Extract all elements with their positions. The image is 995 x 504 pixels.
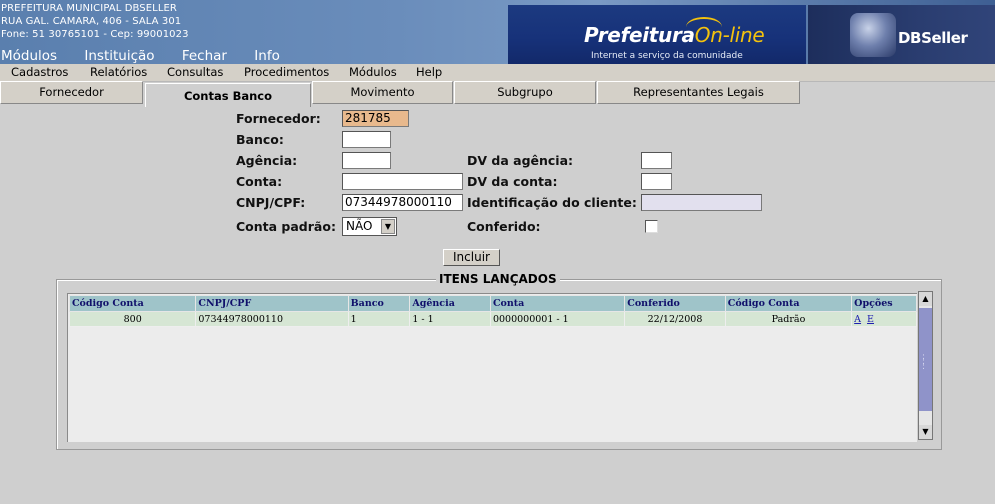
cell-cnpj-cpf: 07344978000110	[195, 311, 349, 327]
cell-banco: 1	[347, 311, 411, 327]
dv-agencia-field[interactable]	[641, 152, 672, 169]
logo-title: PrefeituraOn-line	[584, 23, 765, 47]
cell-codigo-conta: 800	[68, 311, 197, 327]
top-menu-modulos[interactable]: Módulos	[1, 48, 57, 64]
tab-subgrupo[interactable]: Subgrupo	[454, 81, 596, 104]
itens-lancados-legend: ITENS LANÇADOS	[436, 272, 560, 286]
col-banco: Banco	[347, 295, 411, 312]
cell-opcoes: AE	[851, 311, 917, 327]
institution-address: RUA GAL. CAMARA, 406 - SALA 301	[1, 16, 182, 27]
col-codigo-conta-tipo: Código Conta	[724, 295, 853, 312]
menu-cadastros[interactable]: Cadastros	[11, 65, 68, 79]
menu-relatorios[interactable]: Relatórios	[90, 65, 147, 79]
conferido-checkbox[interactable]	[645, 220, 658, 233]
conta-label: Conta:	[236, 174, 283, 189]
col-codigo-conta: Código Conta	[68, 295, 197, 312]
dbseller-logo-text: DBSeller	[898, 29, 968, 47]
cnpj-cpf-field[interactable]: 07344978000110	[342, 194, 463, 211]
col-agencia: Agência	[409, 295, 491, 312]
table-row[interactable]: 800 07344978000110 1 1 - 1 0000000001 - …	[68, 311, 917, 327]
col-conferido: Conferido	[624, 295, 726, 312]
conta-padrao-label: Conta padrão:	[236, 219, 336, 234]
cell-codigo-conta-tipo: Padrão	[724, 311, 853, 327]
col-opcoes: Opções	[851, 295, 917, 312]
dv-agencia-label: DV da agência:	[467, 153, 574, 168]
scroll-down-icon[interactable]: ▼	[919, 425, 932, 439]
logo-swoosh	[686, 17, 722, 37]
itens-grid-container: Código Conta CNPJ/CPF Banco Agência Cont…	[67, 293, 917, 442]
alterar-link[interactable]: A	[854, 314, 861, 325]
col-cnpj-cpf: CNPJ/CPF	[195, 295, 349, 312]
col-conta: Conta	[489, 295, 626, 312]
id-cliente-field[interactable]	[641, 194, 762, 211]
tab-contas-banco[interactable]: Contas Banco	[145, 83, 311, 107]
conta-padrao-selected-value: NÃO	[346, 219, 373, 233]
top-menu-info[interactable]: Info	[254, 48, 280, 64]
logo-title-main: Prefeitura	[584, 23, 695, 47]
banco-field[interactable]	[342, 131, 391, 148]
excluir-link[interactable]: E	[867, 314, 874, 325]
institution-name: PREFEITURA MUNICIPAL DBSELLER	[1, 3, 177, 14]
cell-conta: 0000000001 - 1	[489, 311, 626, 327]
grid-vertical-scrollbar[interactable]: ▲ ::: ▼	[918, 291, 933, 440]
menu-procedimentos[interactable]: Procedimentos	[244, 65, 329, 79]
tab-movimento[interactable]: Movimento	[312, 81, 453, 104]
cell-conferido: 22/12/2008	[624, 311, 726, 327]
agencia-field[interactable]	[342, 152, 391, 169]
scrollbar-thumb[interactable]: :::	[919, 308, 932, 411]
dbseller-logo: DBSeller	[808, 5, 995, 64]
app-header: PREFEITURA MUNICIPAL DBSELLER RUA GAL. C…	[0, 0, 995, 64]
menu-bar: Cadastros Relatórios Consultas Procedime…	[0, 64, 995, 82]
prefeitura-online-logo: PrefeituraOn-line Internet a serviço da …	[508, 5, 806, 64]
tab-fornecedor[interactable]: Fornecedor	[0, 81, 143, 104]
conferido-label: Conferido:	[467, 219, 541, 234]
menu-consultas[interactable]: Consultas	[167, 65, 223, 79]
menu-help[interactable]: Help	[416, 65, 442, 79]
tab-bar: Fornecedor Contas Banco Movimento Subgru…	[0, 81, 995, 107]
dv-conta-label: DV da conta:	[467, 174, 558, 189]
agencia-label: Agência:	[236, 153, 298, 168]
menu-modulos[interactable]: Módulos	[349, 65, 397, 79]
logo-tagline: Internet a serviço da comunidade	[591, 51, 743, 61]
id-cliente-label: Identificação do cliente:	[467, 195, 637, 210]
cell-agencia: 1 - 1	[409, 311, 491, 327]
dv-conta-field[interactable]	[641, 173, 672, 190]
chevron-down-icon[interactable]: ▼	[381, 219, 395, 234]
fornecedor-field[interactable]: 281785	[342, 110, 409, 127]
top-menu-instituicao[interactable]: Instituição	[84, 48, 154, 64]
conta-padrao-select[interactable]: NÃO ▼	[342, 217, 397, 236]
top-menu-fechar[interactable]: Fechar	[182, 48, 227, 64]
banco-label: Banco:	[236, 132, 284, 147]
table-header-row: Código Conta CNPJ/CPF Banco Agência Cont…	[68, 295, 917, 312]
top-menu: Módulos Instituição Fechar Info	[1, 48, 303, 64]
scroll-up-icon[interactable]: ▲	[919, 292, 932, 306]
incluir-button[interactable]: Incluir	[443, 249, 500, 266]
fornecedor-label: Fornecedor:	[236, 111, 321, 126]
grip-icon: :::	[922, 352, 926, 372]
institution-contact: Fone: 51 30765101 - Cep: 99001023	[1, 29, 189, 40]
conta-field[interactable]	[342, 173, 463, 190]
tab-representantes-legais[interactable]: Representantes Legais	[597, 81, 800, 104]
itens-table: Código Conta CNPJ/CPF Banco Agência Cont…	[68, 295, 917, 327]
dbseller-mark-icon	[850, 13, 896, 57]
cnpj-cpf-label: CNPJ/CPF:	[236, 195, 306, 210]
